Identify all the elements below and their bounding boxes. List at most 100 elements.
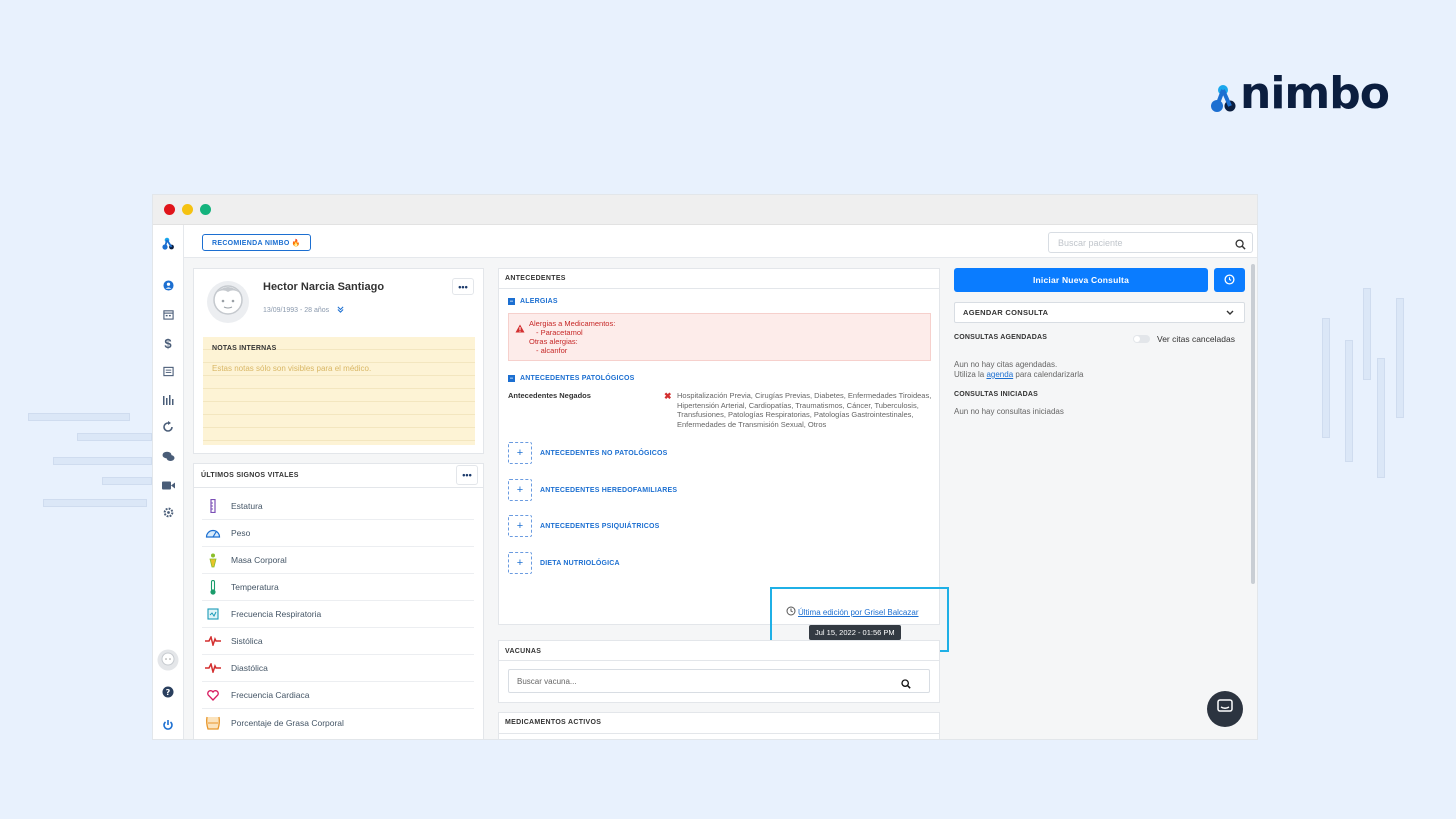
patient-avatar <box>206 278 250 326</box>
patient-more-button[interactable]: ••• <box>452 278 474 295</box>
clock-icon <box>1224 273 1235 287</box>
refresh-icon[interactable] <box>160 419 176 435</box>
vital-row-masa-corporal[interactable]: Masa Corporal <box>202 547 474 574</box>
chat-bubble-icon <box>1217 699 1233 719</box>
vital-row-frecuencia-respiratoria[interactable]: Frecuencia Respiratoria <box>202 601 474 628</box>
patient-search <box>1048 232 1253 253</box>
minimize-window-dot[interactable] <box>182 204 193 215</box>
vital-row-diastolica[interactable]: Diastólica <box>202 655 474 682</box>
start-consultation-button[interactable]: Iniciar Nueva Consulta <box>954 268 1208 292</box>
vital-label: Sistólica <box>231 636 263 646</box>
vital-row-estatura[interactable]: Estatura <box>202 493 474 520</box>
vital-label: Frecuencia Cardiaca <box>231 690 310 700</box>
svg-text:?: ? <box>166 688 171 697</box>
pulse-icon <box>205 633 221 649</box>
chat-icon[interactable] <box>160 448 176 464</box>
calendar-icon[interactable] <box>160 306 176 322</box>
agenda-link[interactable]: agenda <box>986 370 1013 379</box>
vital-label: Diastólica <box>231 663 268 673</box>
user-icon[interactable] <box>160 277 176 293</box>
add-no-patologicos[interactable]: + ANTECEDENTES NO PATOLÓGICOS <box>508 442 668 464</box>
vital-label: Masa Corporal <box>231 555 287 565</box>
add-dieta-nutriologica[interactable]: + DIETA NUTRIOLÓGICA <box>508 552 620 574</box>
medicamentos-card: MEDICAMENTOS ACTIVOS <box>498 712 940 739</box>
body-fat-icon <box>205 715 221 731</box>
help-icon[interactable]: ? <box>160 684 176 700</box>
denied-x-icon: ✖ <box>664 391 672 401</box>
decor-bar <box>1345 340 1353 462</box>
patient-search-input[interactable] <box>1049 233 1224 253</box>
profile-avatar-icon[interactable] <box>156 648 180 672</box>
patient-info: 13/09/1993 - 28 años <box>263 306 344 315</box>
scrollbar[interactable] <box>1251 264 1255 584</box>
clock-button[interactable] <box>1214 268 1245 292</box>
plus-icon[interactable]: + <box>508 552 532 574</box>
power-icon[interactable] <box>160 717 176 733</box>
search-icon[interactable] <box>901 676 911 694</box>
chevron-down-icon <box>1226 309 1234 318</box>
vital-label: Estatura <box>231 501 263 511</box>
no-citas-hint: Utiliza la agenda para calendarizarla <box>954 370 1083 380</box>
vitals-card: ÚLTIMOS SIGNOS VITALES ••• Estatura Peso… <box>193 463 484 739</box>
internal-notes[interactable]: NOTAS INTERNAS Estas notas sólo son visi… <box>203 337 475 445</box>
app-topbar: RECOMIENDA NIMBO 🔥 <box>184 225 1257 258</box>
chat-widget-button[interactable] <box>1207 691 1243 727</box>
vital-label: Peso <box>231 528 251 538</box>
list-icon[interactable] <box>160 363 176 379</box>
plus-icon[interactable]: + <box>508 479 532 501</box>
hint-prefix: Utiliza la <box>954 370 987 379</box>
thermometer-icon <box>205 579 221 595</box>
vital-row-peso[interactable]: Peso <box>202 520 474 547</box>
vital-row-frecuencia-cardiaca[interactable]: Frecuencia Cardiaca <box>202 682 474 709</box>
heart-icon <box>205 687 221 703</box>
decor-bar <box>1377 358 1385 478</box>
alert-line: Alergias a Medicamentos: <box>529 319 616 328</box>
patologicos-label: ANTECEDENTES PATOLÓGICOS <box>520 375 635 382</box>
medicamentos-title: MEDICAMENTOS ACTIVOS <box>505 719 602 726</box>
section-label: ANTECEDENTES PSIQUIÁTRICOS <box>540 522 660 530</box>
decor-bar <box>1322 318 1330 438</box>
plus-icon[interactable]: + <box>508 515 532 537</box>
chart-icon[interactable] <box>160 391 176 407</box>
decor-bar <box>102 477 152 485</box>
decor-bar <box>28 413 130 421</box>
patologicos-toggle[interactable]: − ANTECEDENTES PATOLÓGICOS <box>508 375 634 382</box>
settings-icon[interactable] <box>160 504 176 520</box>
search-icon[interactable] <box>1235 237 1246 255</box>
vital-label: Frecuencia Respiratoria <box>231 609 322 619</box>
body-mass-icon <box>205 552 221 568</box>
add-psiquiatricos[interactable]: + ANTECEDENTES PSIQUIÁTRICOS <box>508 515 660 537</box>
close-window-dot[interactable] <box>164 204 175 215</box>
decor-bar <box>53 457 152 465</box>
plus-icon[interactable]: + <box>508 442 532 464</box>
nimbo-logo-icon <box>1208 72 1238 116</box>
decor-bar <box>1363 288 1371 380</box>
iniciadas-title: CONSULTAS INICIADAS <box>954 391 1039 398</box>
alergias-toggle[interactable]: − ALERGIAS <box>508 298 558 305</box>
negados-text: Hospitalización Previa, Cirugías Previas… <box>677 391 932 429</box>
nimbo-logo: nimbo <box>1208 72 1390 116</box>
logo-icon[interactable] <box>160 235 176 251</box>
ver-canceladas-toggle[interactable] <box>1133 335 1150 343</box>
ver-canceladas-label: Ver citas canceladas <box>1157 334 1235 344</box>
height-icon <box>205 498 221 514</box>
dollar-icon[interactable]: $ <box>160 335 176 351</box>
add-heredofamiliares[interactable]: + ANTECEDENTES HEREDOFAMILIARES <box>508 479 677 501</box>
window-titlebar <box>153 195 1257 225</box>
maximize-window-dot[interactable] <box>200 204 211 215</box>
agendar-consulta-select[interactable]: AGENDAR CONSULTA <box>954 302 1245 323</box>
decor-bar <box>1396 298 1404 418</box>
patient-birth-age: 13/09/1993 - 28 años <box>263 307 330 314</box>
video-icon[interactable] <box>160 477 176 493</box>
expand-chevron-icon[interactable] <box>337 306 344 315</box>
vital-label: Porcentaje de Grasa Corporal <box>231 717 344 728</box>
patient-name: Hector Narcia Santiago <box>263 281 385 293</box>
collapse-icon: − <box>508 298 515 305</box>
vitals-more-button[interactable]: ••• <box>456 465 478 485</box>
vital-row-sistolica[interactable]: Sistólica <box>202 628 474 655</box>
vital-row-temperatura[interactable]: Temperatura <box>202 574 474 601</box>
recommend-nimbo-button[interactable]: RECOMIENDA NIMBO 🔥 <box>202 234 311 251</box>
antecedentes-title: ANTECEDENTES <box>505 275 566 282</box>
vaccine-search-input[interactable] <box>509 670 889 692</box>
vital-row-grasa-corporal[interactable]: Porcentaje de Grasa Corporal <box>202 709 474 736</box>
